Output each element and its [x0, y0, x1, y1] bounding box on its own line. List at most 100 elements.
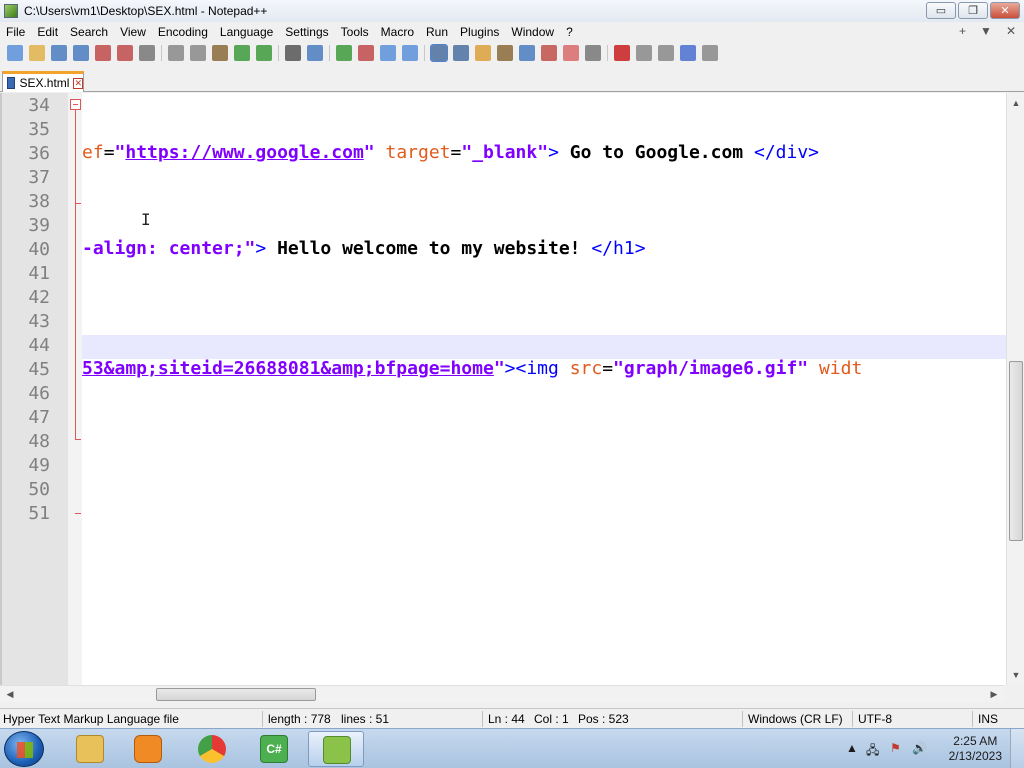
close-all-icon[interactable]: [117, 45, 133, 61]
folder-as-workspace-icon[interactable]: [563, 45, 579, 61]
sync-horizontal-icon[interactable]: [402, 45, 418, 61]
zoom-in-icon[interactable]: [336, 45, 352, 61]
menu-macro[interactable]: Macro: [375, 25, 420, 39]
indent-guide-icon[interactable]: [475, 45, 491, 61]
close-icon[interactable]: [95, 45, 111, 61]
volume-icon[interactable]: 🔊: [912, 741, 927, 755]
scroll-right-icon[interactable]: ▶: [986, 686, 1002, 703]
menu-tools[interactable]: Tools: [335, 25, 375, 39]
new-tab-icon[interactable]: +: [959, 24, 966, 38]
tab-close-icon[interactable]: ✕: [73, 77, 83, 89]
line-number: 43: [28, 311, 50, 332]
sync-vertical-icon[interactable]: [380, 45, 396, 61]
status-eol[interactable]: Windows (CR LF): [748, 712, 843, 726]
save-macro-icon[interactable]: [702, 45, 718, 61]
explorer-icon: [76, 735, 104, 763]
save-icon[interactable]: [51, 45, 67, 61]
toolbar-separator: [329, 45, 330, 61]
scroll-up-icon[interactable]: ▲: [1007, 95, 1024, 111]
paste-icon[interactable]: [212, 45, 228, 61]
vertical-scroll-thumb[interactable]: [1009, 361, 1023, 541]
find-icon[interactable]: [285, 45, 301, 61]
taskbar-chrome[interactable]: [184, 731, 240, 767]
horizontal-scroll-thumb[interactable]: [156, 688, 316, 701]
line-number: 41: [28, 263, 50, 284]
toolbar-separator: [424, 45, 425, 61]
menu-view[interactable]: View: [114, 25, 152, 39]
run-macro-multiple-icon[interactable]: [680, 45, 696, 61]
status-divider: [852, 711, 853, 727]
menu-search[interactable]: Search: [64, 25, 114, 39]
clock[interactable]: 2:25 AM 2/13/2023: [949, 734, 1002, 764]
menu-language[interactable]: Language: [214, 25, 279, 39]
monitoring-icon[interactable]: [585, 45, 601, 61]
taskbar: C# ▲ 🖧 ⚑ 🔊 2:25 AM 2/13/2023: [0, 728, 1024, 768]
fold-toggle-icon[interactable]: [70, 99, 81, 110]
text-cursor-icon: I: [141, 210, 151, 229]
menu-file[interactable]: File: [0, 25, 31, 39]
tab-list-icon[interactable]: ▼: [980, 24, 992, 38]
tab-sex-html[interactable]: SEX.html ✕: [2, 71, 84, 92]
status-encoding[interactable]: UTF-8: [858, 712, 892, 726]
cut-icon[interactable]: [168, 45, 184, 61]
taskbar-csharp-app[interactable]: C#: [246, 731, 302, 767]
taskbar-media-player[interactable]: [120, 731, 176, 767]
menu-help[interactable]: ?: [560, 25, 579, 39]
stop-macro-icon[interactable]: [636, 45, 652, 61]
line-number: 51: [28, 503, 50, 524]
restore-button[interactable]: ❐: [958, 2, 988, 19]
horizontal-scrollbar[interactable]: ◀ ▶: [0, 685, 1004, 702]
replace-icon[interactable]: [307, 45, 323, 61]
code-line[interactable]: ef="https://www.google.com" target="_bla…: [82, 141, 1006, 165]
save-all-icon[interactable]: [73, 45, 89, 61]
redo-icon[interactable]: [256, 45, 272, 61]
line-number: 39: [28, 215, 50, 236]
editor-area[interactable]: I ▲ ▼ 34 35 36 ef="https://www.google.com" …: [0, 93, 1024, 685]
notepadplusplus-icon: [323, 736, 351, 764]
menu-run[interactable]: Run: [420, 25, 454, 39]
new-file-icon[interactable]: [7, 45, 23, 61]
word-wrap-icon[interactable]: [430, 44, 448, 62]
close-button[interactable]: ✕: [990, 2, 1020, 19]
code-line[interactable]: -align: center;"> Hello welcome to my we…: [82, 237, 1006, 261]
show-all-chars-icon[interactable]: [453, 45, 469, 61]
network-icon[interactable]: 🖧: [866, 741, 879, 762]
taskbar-notepadplusplus[interactable]: [308, 731, 364, 767]
vertical-scrollbar[interactable]: ▲ ▼: [1006, 93, 1024, 685]
toolbar-separator: [161, 45, 162, 61]
action-center-icon[interactable]: ⚑: [890, 741, 901, 755]
line-number: 34: [28, 95, 50, 116]
print-icon[interactable]: [139, 45, 155, 61]
copy-icon[interactable]: [190, 45, 206, 61]
menu-encoding[interactable]: Encoding: [152, 25, 214, 39]
status-line: Ln : 44: [488, 712, 525, 726]
start-button[interactable]: [4, 731, 44, 767]
undo-icon[interactable]: [234, 45, 250, 61]
show-hidden-icons[interactable]: ▲: [846, 741, 858, 755]
show-desktop-button[interactable]: [1010, 729, 1024, 768]
line-number: 35: [28, 119, 50, 140]
code-line[interactable]: 53&amp;siteid=26688081&amp;bfpage=home">…: [82, 357, 1006, 381]
minimize-button[interactable]: ▭: [926, 2, 956, 19]
play-macro-icon[interactable]: [658, 45, 674, 61]
menu-settings[interactable]: Settings: [279, 25, 334, 39]
current-line-highlight: [82, 335, 1006, 359]
record-macro-icon[interactable]: [614, 45, 630, 61]
menu-window[interactable]: Window: [505, 25, 560, 39]
doc-map-icon[interactable]: [519, 45, 535, 61]
zoom-out-icon[interactable]: [358, 45, 374, 61]
line-number: 46: [28, 383, 50, 404]
menu-plugins[interactable]: Plugins: [454, 25, 505, 39]
line-number: 48: [28, 431, 50, 452]
open-file-icon[interactable]: [29, 45, 45, 61]
menu-edit[interactable]: Edit: [31, 25, 64, 39]
scroll-left-icon[interactable]: ◀: [2, 686, 18, 703]
window-title: C:\Users\vm1\Desktop\SEX.html - Notepad+…: [24, 4, 268, 18]
toolbar: [0, 42, 1024, 64]
close-doc-icon[interactable]: ✕: [1006, 24, 1016, 38]
function-list-icon[interactable]: [541, 45, 557, 61]
taskbar-explorer[interactable]: [62, 731, 118, 767]
fold-tick: [75, 439, 81, 440]
user-lang-icon[interactable]: [497, 45, 513, 61]
scroll-down-icon[interactable]: ▼: [1007, 667, 1024, 683]
